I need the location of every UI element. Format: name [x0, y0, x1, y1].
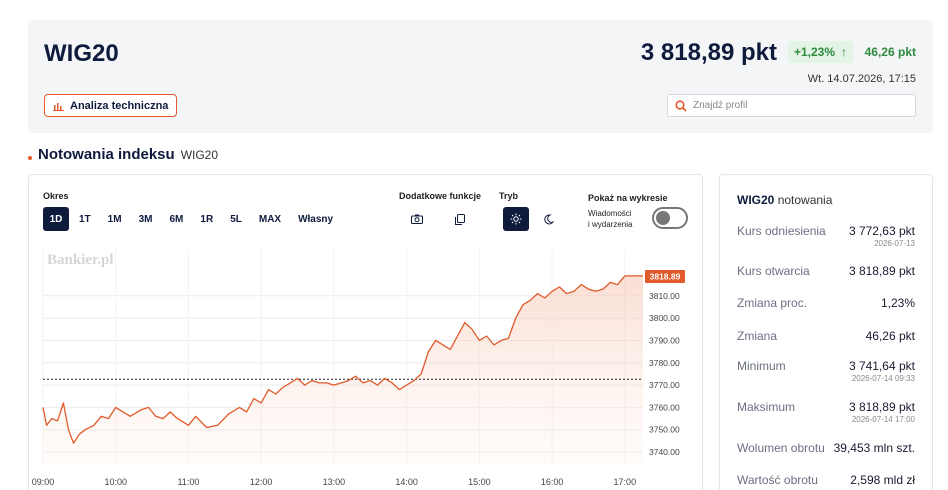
row-value-change: 46,26 pkt	[865, 329, 915, 343]
summary-title-index: WIG20	[737, 193, 775, 207]
summary-title: WIG20 notowania	[737, 193, 832, 207]
x-tick-label: 12:00	[250, 477, 273, 487]
section-title: Notowania indeksu WIG20	[28, 146, 218, 163]
row-value-reference: 3 772,63 pkt	[848, 224, 915, 238]
search-input[interactable]: Znajdź profil	[667, 94, 916, 117]
section-title-main: Notowania indeksu	[38, 146, 175, 163]
x-tick-label: 13:00	[323, 477, 346, 487]
row-sub-reference: 2026-07-13	[874, 239, 915, 248]
row-value-pct-change: 1,23%	[880, 296, 915, 310]
y-tick-label: 3740.00	[649, 447, 680, 457]
row-label-pct-change: Zmiana proc.	[737, 296, 808, 310]
index-header: WIG20 3 818,89 pkt +1,23% ↑ 46,26 pkt Wt…	[28, 20, 933, 133]
row-value-turnover: 2,598 mld zł	[850, 473, 915, 487]
search-icon	[675, 99, 687, 112]
row-value-volume: 39,453 mln szt.	[833, 441, 915, 455]
y-tick-label: 3780.00	[649, 358, 680, 368]
row-label-change: Zmiana	[737, 329, 778, 343]
section-title-sub: WIG20	[180, 147, 219, 162]
y-tick-label: 3760.00	[649, 402, 680, 412]
abs-change-value: 46,26 pkt	[864, 45, 916, 59]
price-chart[interactable]: 3810.00 3800.00 3790.00 3780.00 3770.00 3760.…	[29, 175, 704, 490]
row-label-reference: Kurs odniesienia	[737, 224, 826, 238]
technical-analysis-button[interactable]: Analiza techniczna	[44, 94, 178, 117]
arrow-up-icon: ↑	[841, 45, 847, 59]
x-tick-label: 17:00	[614, 477, 637, 487]
y-tick-label: 3770.00	[649, 380, 680, 390]
row-value-maximum: 3 818,89 pkt	[848, 400, 915, 414]
row-value-minimum: 3 741,64 pkt	[848, 359, 915, 373]
search-placeholder: Znajdź profil	[693, 100, 748, 111]
quote-summary: WIG20 notowania Kurs odniesienia 3 772,6…	[719, 174, 933, 490]
row-sub-maximum: 2026-07-14 17:00	[851, 415, 915, 424]
x-tick-label: 15:00	[468, 477, 491, 487]
row-label-volume: Wolumen obrotu	[737, 441, 825, 455]
technical-analysis-label: Analiza techniczna	[70, 99, 169, 112]
last-value-label: 3818.89	[650, 271, 681, 281]
row-label-open: Kurs otwarcia	[737, 264, 810, 278]
bar-chart-icon	[53, 102, 64, 111]
row-label-turnover: Wartość obrotu	[737, 473, 818, 487]
y-tick-label: 3750.00	[649, 425, 680, 435]
bullet-icon	[28, 155, 32, 160]
x-tick-label: 10:00	[104, 477, 127, 487]
x-tick-label: 16:00	[541, 477, 564, 487]
row-label-minimum: Minimum	[737, 359, 786, 373]
row-sub-minimum: 2026-07-14 09:33	[851, 374, 915, 383]
y-tick-label: 3810.00	[649, 291, 680, 301]
summary-title-rest: notowania	[777, 193, 833, 207]
row-value-open: 3 818,89 pkt	[848, 264, 915, 278]
index-name: WIG20	[44, 40, 119, 67]
price-area	[43, 275, 643, 465]
x-tick-label: 09:00	[32, 477, 55, 487]
x-tick-label: 11:00	[178, 477, 200, 487]
index-price: 3 818,89 pkt	[640, 39, 777, 66]
pct-change-badge: +1,23% ↑	[787, 41, 853, 63]
x-tick-label: 14:00	[395, 477, 418, 487]
row-label-maximum: Maksimum	[737, 400, 796, 414]
timestamp: Wt. 14.07.2026, 17:15	[807, 73, 916, 85]
pct-change-value: +1,23%	[793, 45, 835, 59]
y-tick-label: 3800.00	[649, 313, 680, 323]
chart-card: Okres 1D 1T 1M 3M 6M 1R 5L MAX Własny Do…	[28, 174, 703, 490]
y-tick-label: 3790.00	[649, 335, 680, 345]
